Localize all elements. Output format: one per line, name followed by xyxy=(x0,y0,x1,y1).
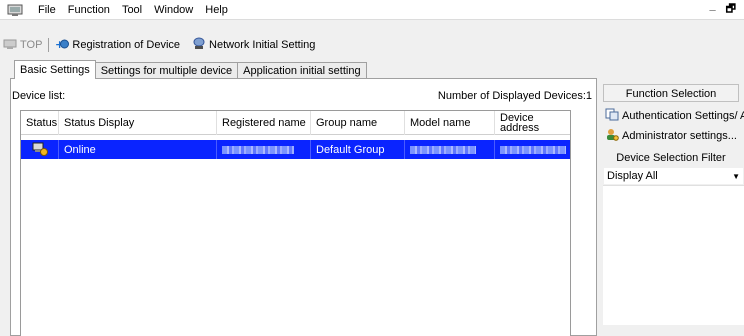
device-filter-value: Display All xyxy=(607,170,658,182)
device-table: Status Status Display Registered name Gr… xyxy=(20,110,571,336)
column-device-address[interactable]: Device address xyxy=(495,111,570,135)
column-group-name[interactable]: Group name xyxy=(311,111,405,135)
redacted-registered-name xyxy=(222,145,294,154)
menu-help[interactable]: Help xyxy=(205,0,228,20)
device-address-cell xyxy=(495,140,570,159)
registration-label: Registration of Device xyxy=(72,39,181,51)
toolbar: TOP + Registration of Device Network Ini… xyxy=(0,34,744,56)
toolbar-divider xyxy=(48,38,50,52)
authentication-icon xyxy=(605,108,619,124)
authentication-settings-label: Authentication Settings/ Add xyxy=(622,110,744,122)
administrator-settings-link[interactable]: Administrator settings... xyxy=(603,126,744,146)
home-icon xyxy=(3,38,17,53)
status-display-cell: Online xyxy=(59,140,217,159)
restore-button[interactable]: 🗗 xyxy=(726,0,736,19)
redacted-model-name xyxy=(410,145,476,154)
top-label: TOP xyxy=(20,39,43,51)
device-selection-filter-header: Device Selection Filter xyxy=(603,149,739,167)
tab-settings-multiple-device[interactable]: Settings for multiple device xyxy=(94,62,239,79)
registered-name-cell xyxy=(217,140,311,159)
tab-application-initial-setting[interactable]: Application initial setting xyxy=(237,62,367,79)
table-header: Status Status Display Registered name Gr… xyxy=(21,111,570,135)
redacted-device-address xyxy=(500,145,566,154)
column-status[interactable]: Status xyxy=(21,111,59,135)
group-name-cell: Default Group xyxy=(311,140,405,159)
device-filter-select[interactable]: Display All ▼ xyxy=(603,167,744,185)
model-name-cell xyxy=(405,140,495,159)
network-label: Network Initial Setting xyxy=(209,39,316,51)
administrator-settings-label: Administrator settings... xyxy=(622,130,737,142)
network-initial-setting-button[interactable]: Network Initial Setting xyxy=(189,35,318,55)
column-registered-name[interactable]: Registered name xyxy=(217,111,311,135)
minimize-button[interactable]: _ xyxy=(710,0,716,19)
status-cell xyxy=(21,140,59,159)
top-button[interactable]: TOP xyxy=(0,35,45,55)
function-selection-header: Function Selection xyxy=(603,84,739,102)
dropdown-arrow-icon: ▼ xyxy=(732,171,740,181)
device-online-icon xyxy=(32,141,48,159)
authentication-settings-link[interactable]: Authentication Settings/ Add xyxy=(603,106,744,126)
add-device-icon: + xyxy=(55,38,70,53)
registration-of-device-button[interactable]: + Registration of Device xyxy=(52,35,183,55)
network-icon xyxy=(192,37,206,53)
menu-bar: File Function Tool Window Help _ 🗗 xyxy=(0,0,744,20)
menu-window[interactable]: Window xyxy=(154,0,193,20)
menu-function[interactable]: Function xyxy=(68,0,110,20)
filter-result-list xyxy=(603,185,744,325)
device-list-label: Device list: xyxy=(12,90,66,102)
administrator-icon xyxy=(605,128,619,144)
right-panel: Function Selection Authentication Settin… xyxy=(603,84,744,336)
tab-bar: Basic Settings Settings for multiple dev… xyxy=(14,60,367,79)
tab-basic-settings[interactable]: Basic Settings xyxy=(14,60,96,79)
column-status-display[interactable]: Status Display xyxy=(59,111,217,135)
app-icon[interactable] xyxy=(4,0,26,20)
menu-tool[interactable]: Tool xyxy=(122,0,142,20)
column-model-name[interactable]: Model name xyxy=(405,111,495,135)
menu-file[interactable]: File xyxy=(38,0,56,20)
table-row[interactable]: Online Default Group xyxy=(21,140,570,159)
displayed-devices-count: Number of Displayed Devices:1 xyxy=(437,90,592,102)
